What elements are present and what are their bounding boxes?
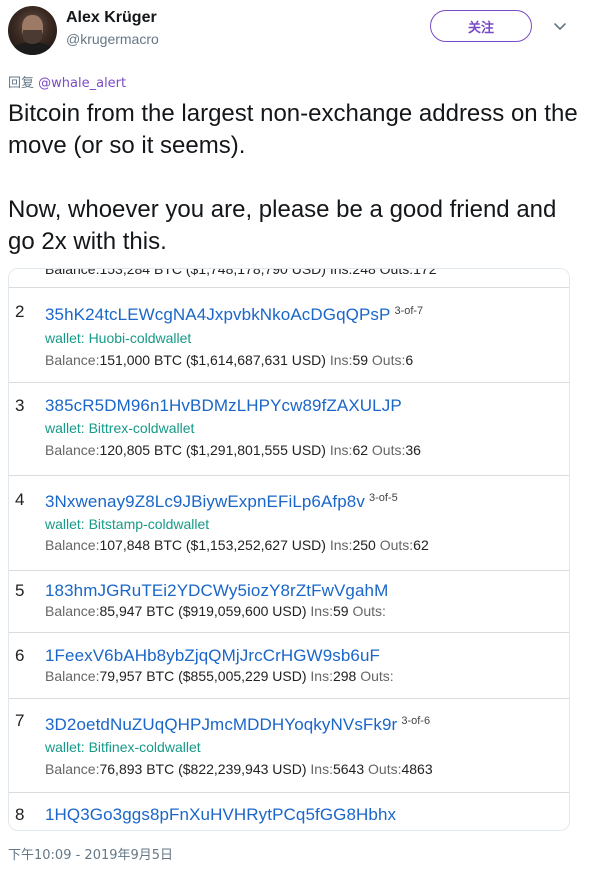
multisig-label: 3-of-6 (401, 715, 431, 727)
row-rank: 8 (15, 805, 25, 824)
row-rank: 4 (15, 490, 25, 509)
reply-prefix: 回复 (8, 76, 35, 91)
address-link[interactable]: 35hK24tcLEWcgNA4JxpvbkNkoAcDGqQPsP 3-of-7 (45, 305, 423, 325)
table-row: 6 1FeexV6bAHb8ybZjqQMjJrcCrHGW9sb6uF Bal… (9, 633, 569, 699)
tweet-paragraph: Now, whoever you are, please be a good f… (8, 196, 557, 255)
table-row: 2 35hK24tcLEWcgNA4JxpvbkNkoAcDGqQPsP 3-of… (9, 288, 569, 383)
wallet-label: wallet: Bittrex-coldwallet (45, 420, 195, 436)
table-row: 3 385cR5DM96n1HvBDMzLHPYcw89fZAXULJP wal… (9, 383, 569, 476)
tweet-image[interactable]: Balance:153,284 BTC ($1,748,178,790 USD)… (8, 268, 570, 831)
follow-button[interactable]: 关注 (430, 10, 532, 42)
wallet-label: wallet: Huobi-coldwallet (45, 330, 192, 346)
wallet-label: wallet: Bitfinex-coldwallet (45, 739, 201, 755)
address-link[interactable]: 385cR5DM96n1HvBDMzLHPYcw89fZAXULJP (45, 396, 406, 416)
row-rank: 7 (15, 711, 25, 730)
author-name[interactable]: Alex Krüger (66, 9, 157, 27)
table-row: 7 3D2oetdNuZUqQHPJmcMDDHYoqkyNVsFk9r 3-of… (9, 699, 569, 793)
address-link[interactable]: 1HQ3Go3ggs8pFnXuHVHRytPCq5fGG8Hbhx (45, 805, 396, 825)
multisig-label: 3-of-7 (394, 305, 424, 317)
balance-line: Balance:107,848 BTC ($1,153,252,627 USD)… (45, 537, 429, 553)
table-row: Balance:153,284 BTC ($1,748,178,790 USD)… (9, 269, 569, 288)
balance-line: Balance:76,893 BTC ($822,239,943 USD) In… (45, 761, 433, 777)
avatar[interactable] (8, 6, 57, 55)
address-link[interactable]: 183hmJGRuTEi2YDCWy5iozY8rZtFwVgahM (45, 581, 392, 601)
row-rank: 3 (15, 396, 25, 415)
table-row: 8 1HQ3Go3ggs8pFnXuHVHRytPCq5fGG8Hbhx (9, 793, 569, 830)
multisig-label: 3-of-5 (368, 492, 398, 504)
reply-mention-link[interactable]: @whale_alert (38, 76, 126, 91)
row-rank: 6 (15, 646, 25, 665)
address-link[interactable]: 3D2oetdNuZUqQHPJmcMDDHYoqkyNVsFk9r 3-of-6 (45, 715, 430, 735)
balance-line: Balance:120,805 BTC ($1,291,801,555 USD)… (45, 442, 421, 458)
tweet-paragraph: Bitcoin from the largest non-exchange ad… (8, 100, 578, 159)
balance-line: Balance:153,284 BTC ($1,748,178,790 USD)… (45, 268, 437, 277)
reply-context: 回复 @whale_alert (8, 72, 126, 91)
table-row: 4 3Nxwenay9Z8Lc9JBiywExpnEFiLp6Afp8v 3-of… (9, 476, 569, 571)
tweet-timestamp[interactable]: 下午10:09 - 2019年9月5日 (8, 844, 173, 863)
balance-line: Balance:151,000 BTC ($1,614,687,631 USD)… (45, 352, 414, 368)
address-link[interactable]: 3Nxwenay9Z8Lc9JBiywExpnEFiLp6Afp8v 3-of-5 (45, 492, 398, 512)
row-rank: 2 (15, 302, 25, 321)
balance-line: Balance:79,957 BTC ($855,005,229 USD) In… (45, 668, 394, 684)
tweet-header: Alex Krüger @krugermacro 关注 (8, 6, 590, 56)
row-rank: 5 (15, 581, 25, 600)
chevron-down-icon[interactable] (552, 18, 568, 34)
table-row: 5 183hmJGRuTEi2YDCWy5iozY8rZtFwVgahM Bal… (9, 571, 569, 633)
tweet-text: Bitcoin from the largest non-exchange ad… (8, 98, 578, 258)
wallet-label: wallet: Bitstamp-coldwallet (45, 516, 210, 532)
balance-line: Balance:85,947 BTC ($919,059,600 USD) In… (45, 603, 386, 619)
address-link[interactable]: 1FeexV6bAHb8ybZjqQMjJrcCrHGW9sb6uF (45, 646, 384, 666)
author-handle[interactable]: @krugermacro (66, 31, 159, 47)
